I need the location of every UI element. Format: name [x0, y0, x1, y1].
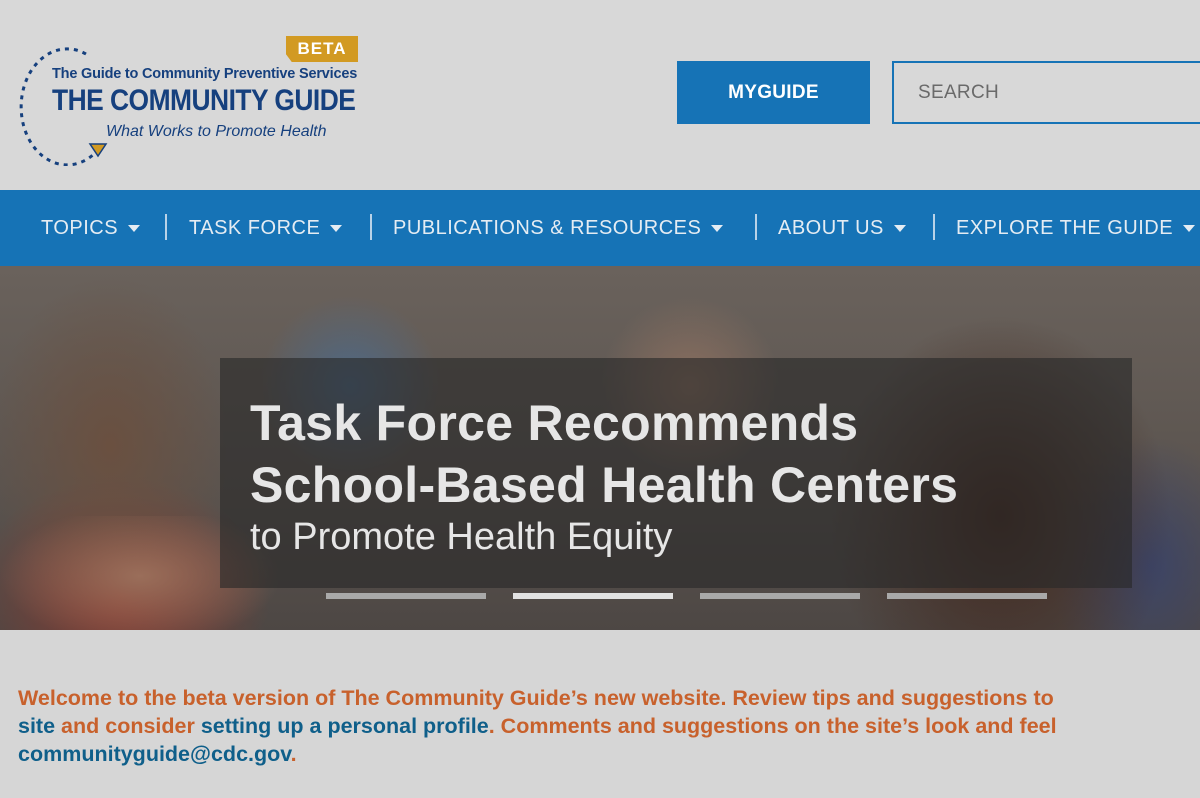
caret-down-icon	[128, 224, 141, 232]
nav-label: TOPICS	[41, 216, 119, 239]
nav-label: PUBLICATIONS & RESOURCES	[393, 216, 702, 239]
nav-label: ABOUT US	[778, 216, 884, 239]
site-header: BETA The Guide to Community Preventive S…	[0, 0, 1200, 190]
caret-down-icon	[330, 224, 343, 232]
nav-divider	[933, 214, 935, 240]
hero-carousel[interactable]: Task Force Recommends School-Based Healt…	[0, 266, 1200, 630]
welcome-line-2: site and consider setting up a personal …	[18, 712, 1200, 740]
site-link[interactable]: site	[18, 714, 55, 738]
email-link[interactable]: communityguide@cdc.gov	[18, 742, 291, 766]
nav-label: TASK FORCE	[189, 216, 321, 239]
nav-item-publications[interactable]: PUBLICATIONS & RESOURCES	[393, 190, 724, 266]
caret-down-icon	[1183, 224, 1196, 232]
logo-subtitle: The Guide to Community Preventive Servic…	[52, 66, 358, 82]
logo-tagline: What Works to Promote Health	[106, 123, 327, 140]
welcome-text: . Comments and suggestions on the site’s…	[488, 714, 1057, 738]
nav-label: EXPLORE THE GUIDE	[956, 216, 1174, 239]
nav-divider	[370, 214, 372, 240]
hero-headline-line2: School-Based Health Centers	[250, 457, 959, 513]
personal-profile-link[interactable]: setting up a personal profile	[201, 714, 489, 738]
logo-title: THE COMMUNITY GUIDE	[52, 84, 356, 117]
carousel-indicator-2[interactable]	[513, 593, 673, 599]
welcome-text: .	[290, 742, 297, 766]
caret-down-icon	[893, 224, 906, 232]
hero-headline-line1: Task Force Recommends	[250, 395, 859, 451]
nav-item-about-us[interactable]: ABOUT US	[778, 190, 906, 266]
search-input[interactable]: SEARCH	[892, 61, 1200, 124]
nav-divider	[165, 214, 167, 240]
myguide-button[interactable]: MYGUIDE	[677, 61, 870, 124]
community-guide-logo[interactable]: BETA The Guide to Community Preventive S…	[14, 36, 358, 166]
beta-badge: BETA	[286, 36, 358, 62]
nav-item-explore[interactable]: EXPLORE THE GUIDE	[956, 190, 1196, 266]
welcome-line-1: Welcome to the beta version of The Commu…	[18, 686, 1054, 710]
welcome-message: Welcome to the beta version of The Commu…	[18, 684, 1200, 768]
nav-item-topics[interactable]: TOPICS	[41, 190, 141, 266]
caret-down-icon	[711, 224, 724, 232]
carousel-indicator-4[interactable]	[887, 593, 1047, 599]
carousel-indicator-1[interactable]	[326, 593, 486, 599]
nav-divider	[755, 214, 757, 240]
welcome-line-3: communityguide@cdc.gov.	[18, 740, 1200, 768]
welcome-text: and consider	[55, 714, 201, 738]
nav-item-task-force[interactable]: TASK FORCE	[189, 190, 343, 266]
carousel-indicator-3[interactable]	[700, 593, 860, 599]
hero-subheadline: to Promote Health Equity	[250, 516, 673, 558]
main-nav: TOPICS TASK FORCE PUBLICATIONS & RESOURC…	[0, 190, 1200, 266]
